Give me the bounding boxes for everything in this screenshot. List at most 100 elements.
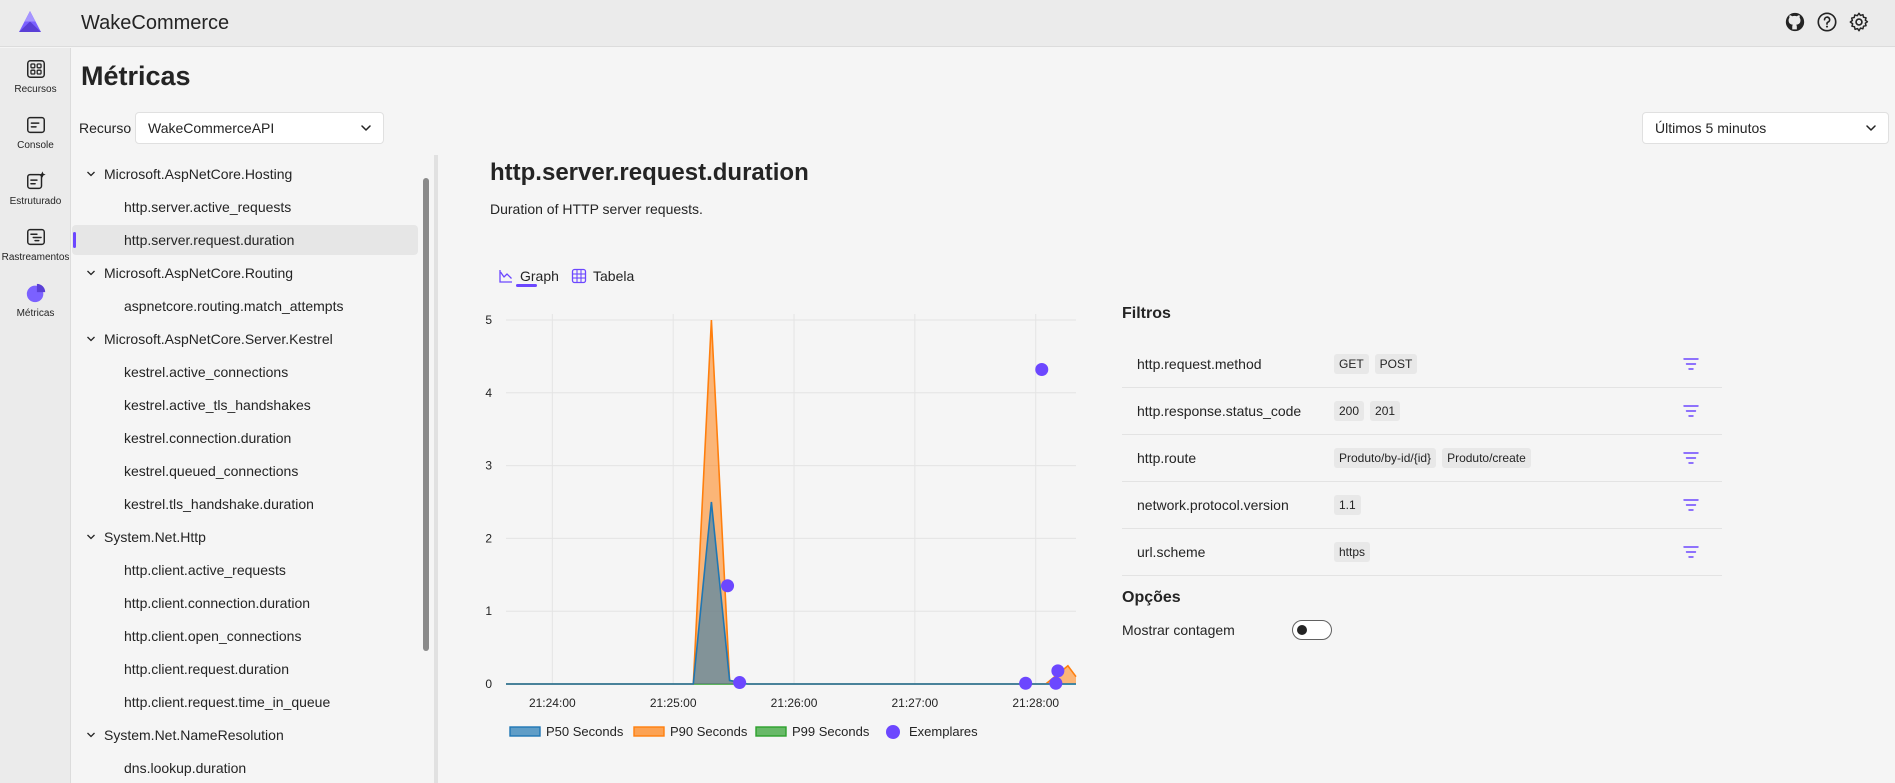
filter-name: http.response.status_code bbox=[1137, 403, 1302, 419]
tree-label: http.server.active_requests bbox=[124, 199, 292, 215]
chevron-down-icon[interactable] bbox=[86, 268, 96, 278]
tree-label: kestrel.active_connections bbox=[124, 364, 289, 380]
tree-item[interactable]: kestrel.tls_handshake.duration bbox=[72, 489, 418, 519]
tree-group[interactable]: Microsoft.AspNetCore.Routing bbox=[72, 258, 418, 288]
tree-item[interactable]: dns.lookup.duration bbox=[72, 753, 418, 783]
exemplar-point bbox=[733, 676, 747, 690]
console-icon bbox=[26, 116, 45, 134]
tree-item[interactable]: aspnetcore.routing.match_attempts bbox=[72, 291, 418, 321]
filters-title: Filtros bbox=[1122, 305, 1171, 322]
table-icon bbox=[571, 268, 587, 284]
tree-label: kestrel.queued_connections bbox=[124, 463, 299, 479]
tree-group[interactable]: Microsoft.AspNetCore.Server.Kestrel bbox=[72, 324, 418, 354]
y-tick-label: 1 bbox=[485, 604, 492, 618]
filter-values: Produto/by-id/{id} Produto/create bbox=[1334, 448, 1531, 468]
filter-values: https bbox=[1334, 542, 1371, 562]
show-count-toggle[interactable] bbox=[1292, 620, 1332, 640]
filter-value-chip: Produto/create bbox=[1442, 448, 1531, 468]
nav-item-recursos[interactable]: Recursos bbox=[0, 58, 71, 110]
tree-item[interactable]: http.server.request.duration bbox=[72, 225, 418, 255]
tree-label: http.client.connection.duration bbox=[124, 595, 311, 611]
tab-tabela[interactable]: Tabela bbox=[571, 262, 634, 290]
nav-rail: Recursos Console Estruturado Rastreament… bbox=[0, 48, 71, 783]
exemplar-point bbox=[1019, 676, 1033, 690]
exemplar-point bbox=[721, 579, 735, 593]
chevron-down-icon[interactable] bbox=[86, 532, 96, 542]
chevron-down-icon[interactable] bbox=[86, 169, 96, 179]
filter-value-chip: POST bbox=[1374, 354, 1418, 374]
nav-label: Recursos bbox=[14, 84, 57, 95]
help-icon[interactable] bbox=[1816, 11, 1838, 33]
tree-label: kestrel.active_tls_handshakes bbox=[124, 397, 311, 413]
filter-icon[interactable] bbox=[1683, 498, 1699, 512]
structured-logs-icon bbox=[26, 171, 46, 190]
options-title: Opções bbox=[1122, 589, 1181, 606]
tree-item[interactable]: http.client.connection.duration bbox=[72, 588, 418, 618]
x-tick-label: 21:24:00 bbox=[529, 696, 576, 710]
tree-label: http.client.open_connections bbox=[124, 628, 302, 644]
panel-splitter[interactable] bbox=[434, 155, 438, 783]
exemplar-point bbox=[1051, 664, 1065, 678]
tree-item[interactable]: http.client.request.time_in_queue bbox=[72, 687, 418, 717]
github-icon[interactable] bbox=[1784, 11, 1806, 33]
time-range-select[interactable]: Últimos 5 minutos bbox=[1642, 112, 1889, 144]
legend-swatch bbox=[509, 726, 541, 737]
metrics-tree: Microsoft.AspNetCore.Hosting http.server.… bbox=[72, 159, 418, 783]
tree-item[interactable]: http.server.active_requests bbox=[72, 192, 418, 222]
filter-icon[interactable] bbox=[1683, 545, 1699, 559]
tree-label: http.server.request.duration bbox=[124, 232, 295, 248]
legend-swatch bbox=[886, 725, 900, 739]
tree-label: System.Net.Http bbox=[104, 529, 206, 545]
recurso-select[interactable]: WakeCommerceAPI bbox=[135, 112, 384, 144]
legend-label: Exemplares bbox=[909, 724, 978, 739]
tree-item[interactable]: http.client.request.duration bbox=[72, 654, 418, 684]
tree-group[interactable]: System.Net.Http bbox=[72, 522, 418, 552]
nav-label: Rastreamentos bbox=[1, 252, 70, 263]
nav-item-rastreamentos[interactable]: Rastreamentos bbox=[0, 226, 71, 278]
y-tick-label: 0 bbox=[485, 677, 492, 691]
series-area-0 bbox=[506, 502, 1076, 684]
chevron-down-icon[interactable] bbox=[86, 730, 96, 740]
tree-group[interactable]: Microsoft.AspNetCore.Hosting bbox=[72, 159, 418, 189]
nav-item-estruturado[interactable]: Estruturado bbox=[0, 170, 71, 222]
app-header: WakeCommerce bbox=[0, 0, 1895, 47]
tree-item[interactable]: kestrel.active_connections bbox=[72, 357, 418, 387]
chevron-down-icon[interactable] bbox=[86, 334, 96, 344]
x-tick-label: 21:27:00 bbox=[892, 696, 939, 710]
filter-value-chip: GET bbox=[1334, 354, 1369, 374]
settings-gear-icon[interactable] bbox=[1848, 11, 1870, 33]
tree-scrollbar-thumb[interactable] bbox=[423, 178, 429, 651]
tree-group[interactable]: System.Net.NameResolution bbox=[72, 720, 418, 750]
tree-label: kestrel.connection.duration bbox=[124, 430, 292, 446]
metric-title: http.server.request.duration bbox=[490, 159, 809, 186]
chevron-down-icon bbox=[1866, 125, 1876, 131]
tree-item[interactable]: http.client.active_requests bbox=[72, 555, 418, 585]
nav-label: Console bbox=[17, 140, 54, 151]
filter-row: url.scheme https bbox=[1122, 529, 1722, 576]
tree-item[interactable]: kestrel.queued_connections bbox=[72, 456, 418, 486]
filter-icon[interactable] bbox=[1683, 404, 1699, 418]
selected-indicator bbox=[73, 232, 76, 248]
tree-item[interactable]: http.client.open_connections bbox=[72, 621, 418, 651]
filter-icon[interactable] bbox=[1683, 451, 1699, 465]
filter-row: http.route Produto/by-id/{id} Produto/crea… bbox=[1122, 435, 1722, 482]
filter-value-chip: Produto/by-id/{id} bbox=[1334, 448, 1437, 468]
tab-active-indicator bbox=[516, 284, 537, 287]
pie-chart-icon bbox=[26, 283, 45, 303]
tree-item[interactable]: kestrel.connection.duration bbox=[72, 423, 418, 453]
exemplar-point bbox=[1035, 363, 1049, 377]
show-count-label: Mostrar contagem bbox=[1122, 622, 1235, 638]
tree-label: System.Net.NameResolution bbox=[104, 727, 284, 743]
nav-item-metricas[interactable]: Métricas bbox=[0, 282, 71, 334]
nav-item-console[interactable]: Console bbox=[0, 114, 71, 166]
tree-item[interactable]: kestrel.active_tls_handshakes bbox=[72, 390, 418, 420]
filter-name: http.request.method bbox=[1137, 356, 1262, 372]
tree-label: http.client.request.duration bbox=[124, 661, 289, 677]
aspire-logo-icon[interactable] bbox=[18, 10, 42, 34]
line-chart-icon bbox=[499, 270, 512, 283]
x-tick-label: 21:26:00 bbox=[771, 696, 818, 710]
exemplar-point bbox=[1049, 676, 1063, 690]
filter-icon[interactable] bbox=[1683, 357, 1699, 371]
tree-label: Microsoft.AspNetCore.Routing bbox=[104, 265, 294, 281]
tab-tabela-label: Tabela bbox=[593, 268, 635, 284]
